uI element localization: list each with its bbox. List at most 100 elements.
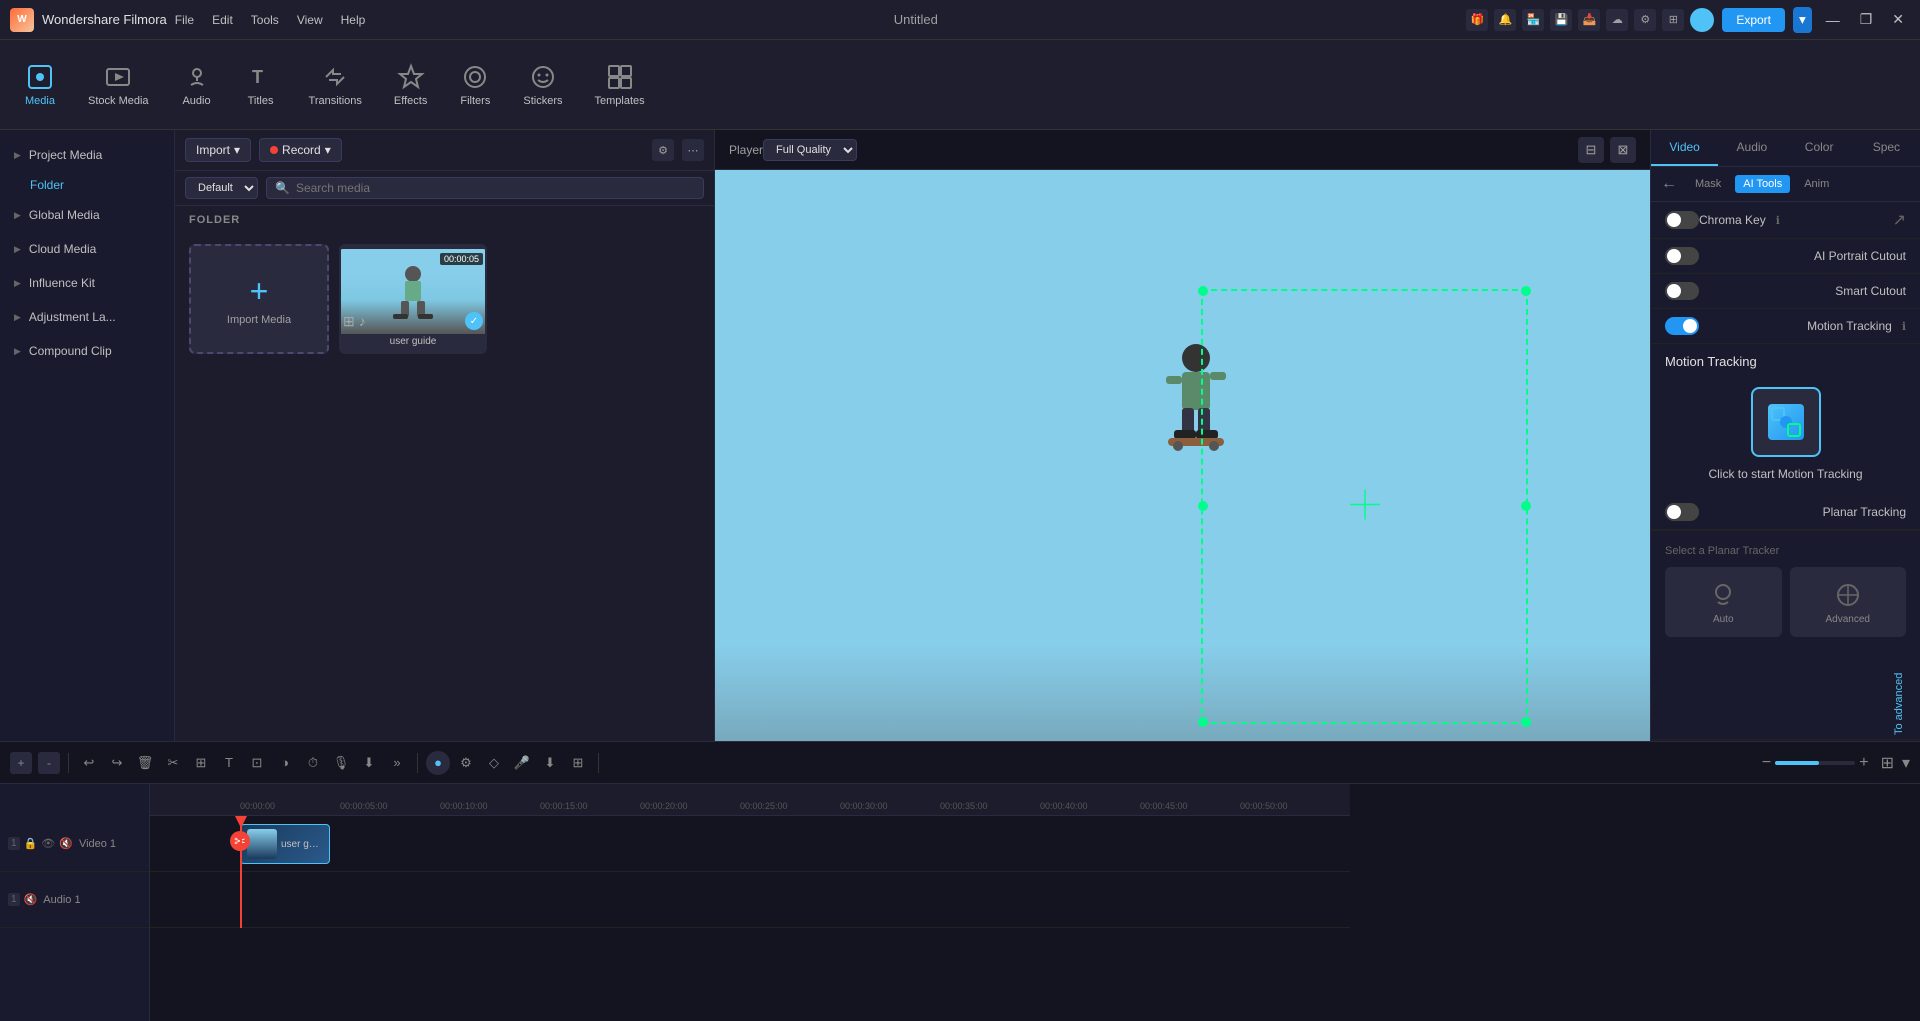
gift-icon[interactable]: 🎁 bbox=[1466, 9, 1488, 31]
sidebar-item-compound-clip[interactable]: ▶ Compound Clip bbox=[0, 334, 174, 368]
tl-keyframe-icon[interactable]: ◇ bbox=[482, 751, 506, 775]
tab-spec[interactable]: Spec bbox=[1853, 130, 1920, 166]
menu-tools[interactable]: Tools bbox=[251, 13, 279, 27]
split-view-icon[interactable]: ⊟ bbox=[1578, 137, 1604, 163]
sort-select[interactable]: Default bbox=[185, 177, 258, 199]
settings-icon[interactable]: ⚙ bbox=[1634, 9, 1656, 31]
motion-tracking-icon[interactable] bbox=[1751, 387, 1821, 457]
import-button[interactable]: Import ▾ bbox=[185, 138, 251, 162]
tl-redo-icon[interactable]: ↪ bbox=[105, 751, 129, 775]
tl-speed-icon[interactable]: ⏱ bbox=[301, 751, 325, 775]
tl-menu-icon[interactable]: ▾ bbox=[1902, 753, 1910, 773]
search-input[interactable] bbox=[296, 181, 695, 195]
tl-delete-icon[interactable]: 🗑 bbox=[133, 751, 157, 775]
tl-fx-icon[interactable]: ⚙ bbox=[454, 751, 478, 775]
video1-mute-icon[interactable]: 🔇 bbox=[59, 837, 73, 850]
tl-text-icon[interactable]: T bbox=[217, 751, 241, 775]
sub-tab-mask[interactable]: Mask bbox=[1687, 175, 1729, 193]
timeline-ruler[interactable]: 00:00:00 00:00:05:00 00:00:10:00 00:00:1… bbox=[150, 784, 1350, 816]
grid-icon[interactable]: ⊞ bbox=[1662, 9, 1684, 31]
media-card-user-guide[interactable]: 00:00:05 ⊞ ♪ ✓ user guide bbox=[339, 244, 487, 354]
motion-track-click-label[interactable]: Click to start Motion Tracking bbox=[1708, 467, 1862, 481]
tl-zoom-in-icon[interactable]: + bbox=[1859, 754, 1868, 772]
planar-card-advanced[interactable]: Advanced bbox=[1790, 567, 1907, 637]
sub-tab-back[interactable]: ← bbox=[1661, 175, 1677, 193]
audio1-mute-icon[interactable]: 🔇 bbox=[24, 893, 38, 906]
planar-tracking-toggle[interactable] bbox=[1665, 503, 1699, 521]
tl-split-icon[interactable]: ⊞ bbox=[566, 751, 590, 775]
to-advanced-link[interactable]: To advanced bbox=[1892, 655, 1906, 735]
sub-tab-ai-tools[interactable]: AI Tools bbox=[1735, 175, 1790, 193]
video1-lock-icon[interactable]: 🔒 bbox=[24, 837, 38, 850]
add-track-btn[interactable]: + bbox=[10, 752, 32, 774]
toolbar-media[interactable]: Media bbox=[10, 55, 70, 115]
tl-view-toggle[interactable]: ⊞ bbox=[1881, 753, 1894, 773]
chroma-key-toggle[interactable] bbox=[1665, 211, 1699, 229]
tl-snap-icon[interactable]: ● bbox=[426, 751, 450, 775]
quality-select[interactable]: Full Quality bbox=[763, 139, 857, 161]
close-button[interactable]: ✕ bbox=[1886, 11, 1910, 28]
chroma-key-info-icon[interactable]: ℹ bbox=[1776, 214, 1780, 227]
tl-mic-icon[interactable]: 🎤 bbox=[510, 751, 534, 775]
toolbar-templates[interactable]: Templates bbox=[580, 55, 658, 115]
maximize-button[interactable]: ❐ bbox=[1854, 11, 1879, 28]
toolbar-stock[interactable]: Stock Media bbox=[74, 55, 163, 115]
menu-file[interactable]: File bbox=[175, 13, 194, 27]
tab-audio[interactable]: Audio bbox=[1718, 130, 1785, 166]
tl-undo-icon[interactable]: ↩ bbox=[77, 751, 101, 775]
sidebar-item-project-media[interactable]: ▶ Project Media bbox=[0, 138, 174, 172]
video1-eye-icon[interactable]: 👁 bbox=[41, 837, 55, 850]
planar-card-auto[interactable]: Auto bbox=[1665, 567, 1782, 637]
export-dropdown-button[interactable]: ▾ bbox=[1793, 7, 1812, 33]
user-avatar[interactable] bbox=[1690, 8, 1714, 32]
sidebar-item-adjustment[interactable]: ▶ Adjustment La... bbox=[0, 300, 174, 334]
sidebar-item-global-media[interactable]: ▶ Global Media bbox=[0, 198, 174, 232]
tl-mask-icon[interactable]: ⊡ bbox=[245, 751, 269, 775]
tl-crop-icon[interactable]: ⊞ bbox=[189, 751, 213, 775]
motion-tracking-toggle[interactable] bbox=[1665, 317, 1699, 335]
notification-icon[interactable]: 🔔 bbox=[1494, 9, 1516, 31]
filter-icon[interactable]: ⚙ bbox=[652, 139, 674, 161]
save-icon[interactable]: 💾 bbox=[1550, 9, 1572, 31]
remove-track-btn[interactable]: - bbox=[38, 752, 60, 774]
sidebar-item-influence-kit[interactable]: ▶ Influence Kit bbox=[0, 266, 174, 300]
toolbar-titles[interactable]: T Titles bbox=[231, 55, 291, 115]
tl-zoom-out-icon[interactable]: − bbox=[1762, 754, 1771, 772]
menu-help[interactable]: Help bbox=[341, 13, 366, 27]
tl-export-icon[interactable]: ⬇ bbox=[357, 751, 381, 775]
tl-record-icon[interactable]: ⬇ bbox=[538, 751, 562, 775]
export-button[interactable]: Export bbox=[1722, 8, 1785, 32]
timeline-body: 1 🔒 👁 🔇 Video 1 1 🔇 Audio 1 bbox=[0, 784, 1920, 1021]
sidebar-folder[interactable]: Folder bbox=[0, 172, 174, 198]
tl-zoom-track[interactable] bbox=[1775, 761, 1855, 765]
tab-color[interactable]: Color bbox=[1786, 130, 1853, 166]
ai-portrait-toggle[interactable] bbox=[1665, 247, 1699, 265]
more-options-icon[interactable]: ⋯ bbox=[682, 139, 704, 161]
toolbar-stickers[interactable]: Stickers bbox=[509, 55, 576, 115]
cloud-icon[interactable]: ☁ bbox=[1606, 9, 1628, 31]
menu-view[interactable]: View bbox=[297, 13, 323, 27]
tl-more-icon[interactable]: » bbox=[385, 751, 409, 775]
motion-tracking-info-icon[interactable]: ℹ bbox=[1902, 320, 1906, 333]
smart-cutout-toggle[interactable] bbox=[1665, 282, 1699, 300]
toolbar-transitions[interactable]: Transitions bbox=[295, 55, 376, 115]
toolbar-effects[interactable]: Effects bbox=[380, 55, 441, 115]
record-button[interactable]: Record ▾ bbox=[259, 138, 342, 162]
add-media-card[interactable]: + Import Media bbox=[189, 244, 329, 354]
menu-edit[interactable]: Edit bbox=[212, 13, 233, 27]
chroma-key-expand-icon[interactable]: ↗ bbox=[1893, 210, 1906, 230]
tl-color-icon[interactable]: ◑ bbox=[273, 751, 297, 775]
tl-audio-icon[interactable]: 🎙 bbox=[329, 751, 353, 775]
timeline-playhead[interactable] bbox=[240, 816, 242, 928]
sidebar-item-cloud-media[interactable]: ▶ Cloud Media bbox=[0, 232, 174, 266]
tab-video[interactable]: Video bbox=[1651, 130, 1718, 166]
video-clip-user-guide[interactable]: user guide bbox=[240, 824, 330, 864]
sub-tab-anim[interactable]: Anim bbox=[1796, 175, 1837, 193]
toolbar-filters[interactable]: Filters bbox=[445, 55, 505, 115]
download-icon[interactable]: 📥 bbox=[1578, 9, 1600, 31]
store-icon[interactable]: 🏪 bbox=[1522, 9, 1544, 31]
fullscreen-icon[interactable]: ⊠ bbox=[1610, 137, 1636, 163]
tl-cut-icon[interactable]: ✂ bbox=[161, 751, 185, 775]
toolbar-audio[interactable]: Audio bbox=[167, 55, 227, 115]
minimize-button[interactable]: — bbox=[1820, 12, 1846, 28]
